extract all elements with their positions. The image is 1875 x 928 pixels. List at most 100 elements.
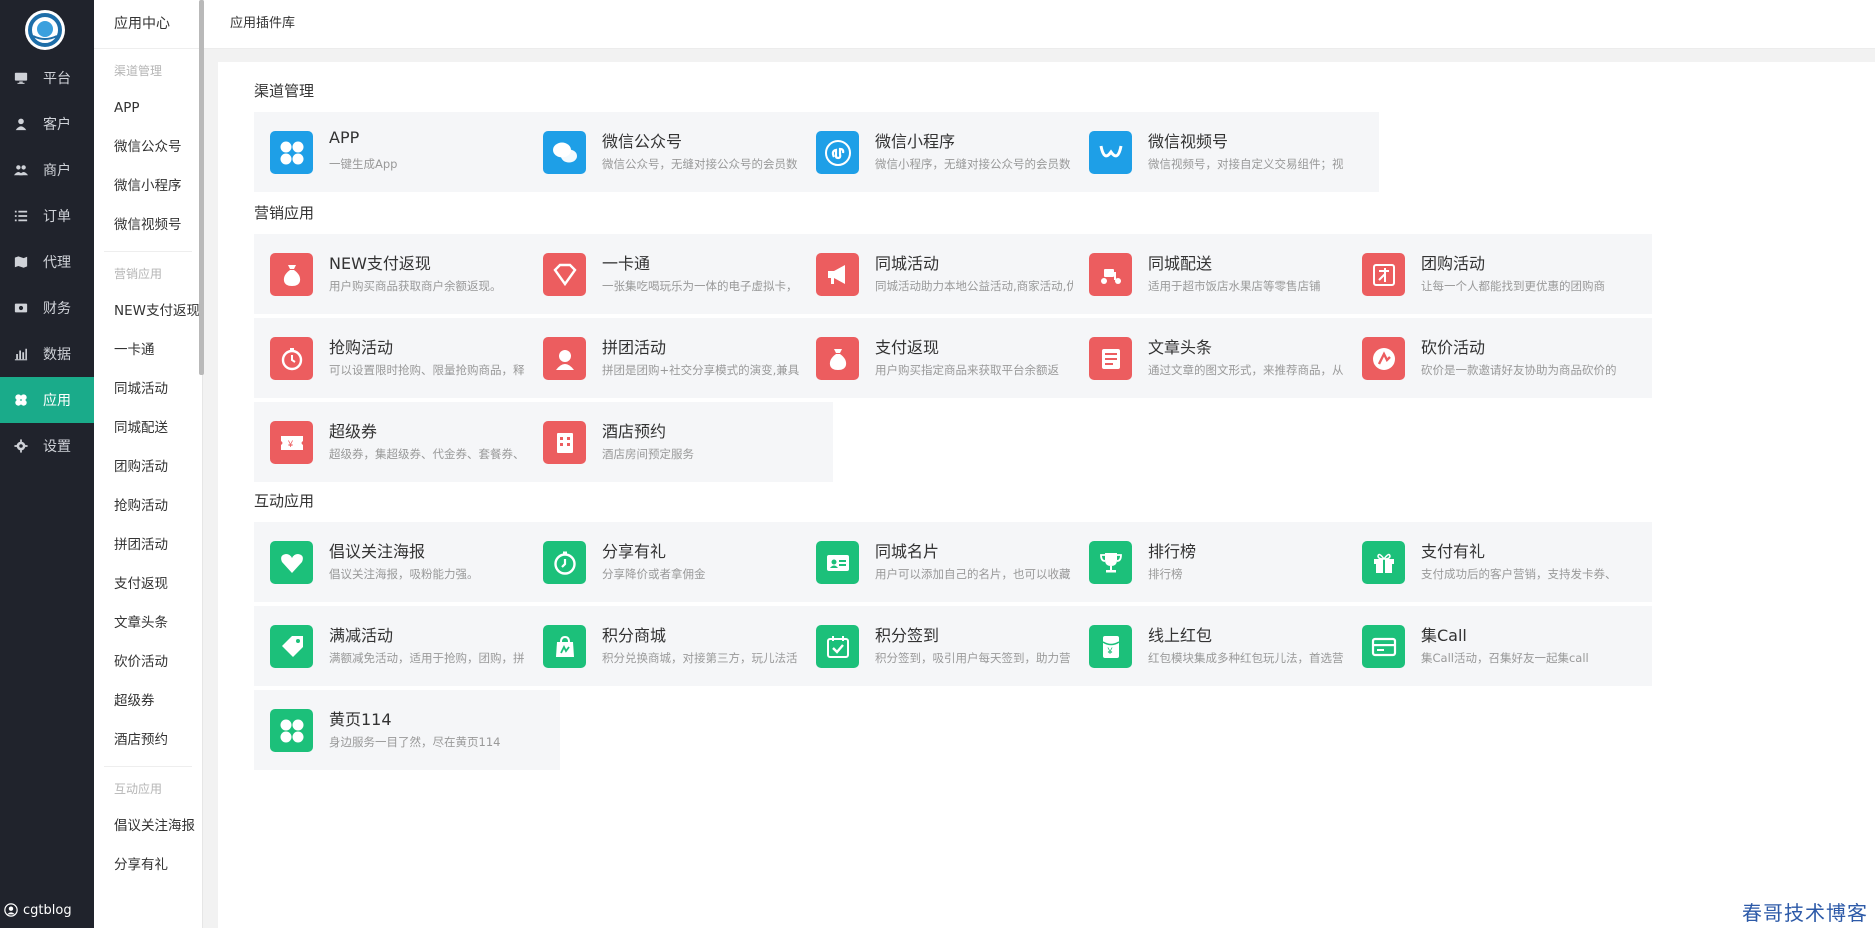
plugin-card-title: 微信公众号: [602, 132, 683, 151]
bargain-icon: [1362, 337, 1405, 380]
plugin-card[interactable]: 同城名片 用户可以添加自己的名片，也可以收藏: [800, 522, 1106, 602]
clover-icon: [270, 709, 313, 752]
nav-item-2[interactable]: 商户: [0, 147, 94, 193]
plugin-card[interactable]: 抢购活动可以设置限时抢购、限量抢购商品，释: [254, 318, 560, 398]
nav-item-8[interactable]: 设置: [0, 423, 94, 469]
tag-icon: [270, 625, 313, 668]
plugin-card[interactable]: 积分签到 积分签到，吸引用户每天签到，助力营: [800, 606, 1106, 686]
plugin-card-title: 同城活动: [875, 254, 940, 273]
plugin-card-description: 可以设置限时抢购、限量抢购商品，释: [329, 363, 525, 377]
nav-item-7[interactable]: 应用: [0, 377, 94, 423]
submenu-item[interactable]: 支付返现: [94, 565, 202, 604]
submenu-item[interactable]: 同城配送: [94, 409, 202, 448]
users-icon: [13, 162, 29, 178]
gear-icon: [13, 438, 29, 454]
plugin-card[interactable]: 微信小程序 微信小程序，无缝对接公众号的会员数: [800, 112, 1106, 192]
plugin-card[interactable]: 黄页114 身边服务一目了然，尽在黄页114: [254, 690, 560, 770]
plugin-card-description: 酒店房间预定服务: [602, 447, 694, 461]
user-account[interactable]: cgtblog: [0, 892, 94, 928]
plugin-card-description: 通过文章的图文形式，来推荐商品，从: [1148, 363, 1344, 377]
submenu-item[interactable]: 抢购活动: [94, 487, 202, 526]
trophy-icon: [1089, 541, 1132, 584]
plugin-card-description: 倡议关注海报，吸粉能力强。: [329, 567, 479, 581]
plugin-card-title: 超级券: [329, 422, 378, 441]
plugin-card[interactable]: 满减活动 满额减免活动，适用于抢购，团购，拼: [254, 606, 560, 686]
nav-item-5[interactable]: 财务: [0, 285, 94, 331]
diamond-icon: [543, 253, 586, 296]
plugin-card-title: 支付有礼: [1421, 542, 1486, 561]
plugin-card[interactable]: 同城活动 同城活动助力本地公益活动,商家活动,优: [800, 234, 1106, 314]
team-icon: [543, 337, 586, 380]
plugin-card-title: APP: [329, 128, 360, 147]
submenu-item[interactable]: 微信小程序: [94, 167, 202, 206]
plugin-card-title: 砍价活动: [1421, 338, 1486, 357]
plugin-card[interactable]: 酒店预约酒店房间预定服务: [527, 402, 833, 482]
plugin-card[interactable]: 拼团活动 拼团是团购+社交分享模式的演变,兼具: [527, 318, 833, 398]
plugin-card[interactable]: 微信视频号 微信视频号，对接自定义交易组件；视: [1073, 112, 1379, 192]
plugin-library: 渠道管理 APP 一键生成App 微信公众号 微信公众号，无缝对接公众号的会员数 微信小程…: [218, 62, 1875, 928]
submenu-item[interactable]: 超级券: [94, 682, 202, 721]
calendar-check-icon: [816, 625, 859, 668]
plugin-card-title: 酒店预约: [602, 422, 667, 441]
plugin-card[interactable]: 砍价活动 砍价是一款邀请好友协助为商品砍价的: [1346, 318, 1652, 398]
plugin-card[interactable]: 排行榜 排行榜: [1073, 522, 1379, 602]
plugin-card[interactable]: APP 一键生成App: [254, 112, 560, 192]
svg-text:¥: ¥: [287, 439, 294, 449]
plugin-card[interactable]: 倡议关注海报 倡议关注海报，吸粉能力强。: [254, 522, 560, 602]
plugin-card[interactable]: 支付返现 用户购买指定商品来获取平台余额返: [800, 318, 1106, 398]
submenu-item[interactable]: 团购活动: [94, 448, 202, 487]
submenu-item[interactable]: 同城活动: [94, 370, 202, 409]
plugin-card-title: 积分商城: [602, 626, 667, 645]
plugin-card[interactable]: ¥ 超级券超级券，集超级券、代金券、套餐券、: [254, 402, 560, 482]
submenu-item[interactable]: 微信视频号: [94, 206, 202, 245]
plugin-card[interactable]: 一卡通 一张集吃喝玩乐为一体的电子虚拟卡，: [527, 234, 833, 314]
breadcrumb: 应用插件库: [230, 16, 296, 31]
plugin-card-title: 线上红包: [1148, 626, 1213, 645]
submenu-item[interactable]: 拼团活动: [94, 526, 202, 565]
plugin-card[interactable]: 团购活动让每一个人都能找到更优惠的团购商: [1346, 234, 1652, 314]
plugin-card[interactable]: 支付有礼 支付成功后的客户营销，支持发卡券、: [1346, 522, 1652, 602]
section-title: 渠道管理: [254, 82, 315, 100]
nav-item-3[interactable]: 订单: [0, 193, 94, 239]
nav-item-6[interactable]: 数据: [0, 331, 94, 377]
submenu-item[interactable]: 分享有礼: [94, 846, 202, 885]
plugin-card-title: 集Call: [1421, 626, 1467, 645]
nav-item-4[interactable]: 代理: [0, 239, 94, 285]
brand-logo[interactable]: [25, 10, 65, 50]
primary-sidebar: 平台 客户商户订单 代理财务数据应用设置 cgtblog: [0, 0, 94, 928]
nav-item-label: 应用: [43, 393, 71, 409]
nav-item-label: 财务: [43, 301, 71, 317]
plugin-card[interactable]: 集Call 集Call活动，召集好友一起集call: [1346, 606, 1652, 686]
plugin-card[interactable]: 分享有礼 分享降价或者拿佣金: [527, 522, 833, 602]
submenu-item[interactable]: NEW支付返现: [94, 292, 202, 331]
submenu-item[interactable]: 砍价活动: [94, 643, 202, 682]
plugin-card-description: 微信小程序，无缝对接公众号的会员数: [875, 157, 1071, 171]
plugin-card-title: 同城配送: [1148, 254, 1213, 273]
plugin-card-description: 超级券，集超级券、代金券、套餐券、: [329, 447, 525, 461]
nav-item-label: 商户: [43, 163, 71, 179]
top-bar: 应用插件库: [204, 0, 1875, 49]
plugin-card-title: 同城名片: [875, 542, 940, 561]
submenu-item[interactable]: APP: [94, 89, 202, 128]
submenu-item[interactable]: 一卡通: [94, 331, 202, 370]
clover-icon: [270, 131, 313, 174]
article-icon: [1089, 337, 1132, 380]
plugin-card[interactable]: 积分商城 积分兑换商城，对接第三方，玩儿法活: [527, 606, 833, 686]
submenu-item[interactable]: 酒店预约: [94, 721, 202, 760]
submenu-item[interactable]: 倡议关注海报: [94, 807, 202, 846]
submenu-item[interactable]: 微信公众号: [94, 128, 202, 167]
submenu-scrollbar[interactable]: [199, 0, 204, 375]
plugin-card[interactable]: ¥ 线上红包 红包模块集成多种红包玩儿法，首选营: [1073, 606, 1379, 686]
plugin-card-title: 团购活动: [1421, 254, 1486, 273]
plugin-card-title: 一卡通: [602, 254, 651, 273]
red-packet-icon: ¥: [1089, 625, 1132, 668]
plugin-card[interactable]: 文章头条 通过文章的图文形式，来推荐商品，从: [1073, 318, 1379, 398]
plugin-card[interactable]: 同城配送 适用于超市饭店水果店等零售店铺: [1073, 234, 1379, 314]
plugin-card-description: 让每一个人都能找到更优惠的团购商: [1421, 279, 1605, 293]
nav-item-0[interactable]: 平台: [0, 55, 94, 101]
plugin-card[interactable]: NEW支付返现 用户购买商品获取商户余额返现。: [254, 234, 560, 314]
nav-item-1[interactable]: 客户: [0, 101, 94, 147]
plugin-card[interactable]: 微信公众号 微信公众号，无缝对接公众号的会员数: [527, 112, 833, 192]
submenu-item[interactable]: 文章头条: [94, 604, 202, 643]
plugin-card-title: 抢购活动: [329, 338, 394, 357]
